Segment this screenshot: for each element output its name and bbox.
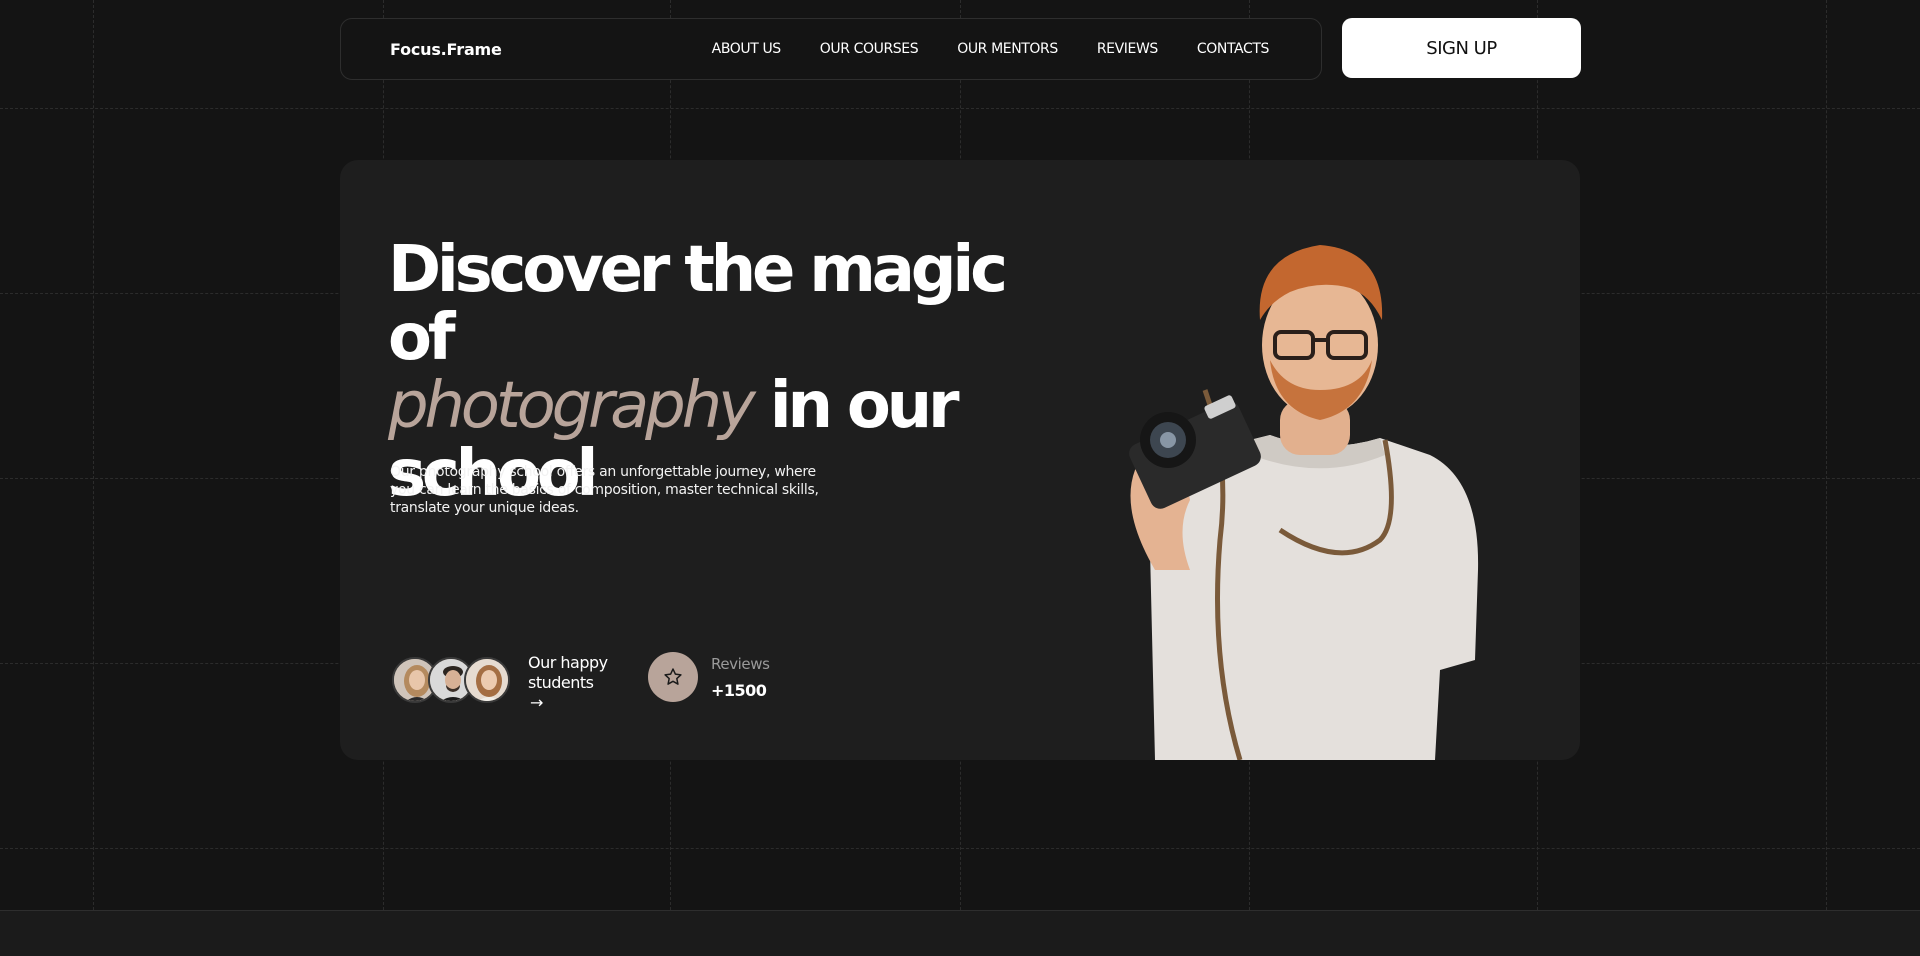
reviews-stat: Reviews +1500	[648, 652, 770, 702]
reviews-count: +1500	[711, 680, 767, 700]
reviews-label: Reviews	[711, 654, 770, 673]
star-icon	[648, 652, 698, 702]
nav-contacts[interactable]: CONTACTS	[1197, 41, 1269, 57]
grid-line	[93, 0, 94, 910]
grid-line	[1826, 0, 1827, 910]
photographer-image	[1129, 245, 1479, 760]
nav-reviews[interactable]: REVIEWS	[1097, 41, 1158, 57]
nav-our-courses[interactable]: OUR COURSES	[820, 41, 919, 57]
avatar	[464, 657, 510, 703]
sign-up-button[interactable]: SIGN UP	[1342, 18, 1581, 78]
bottom-bar	[0, 910, 1920, 956]
happy-students[interactable]: Our happy students →	[392, 653, 608, 713]
page: Focus.Frame ABOUT US OUR COURSES OUR MEN…	[0, 0, 1920, 956]
logo[interactable]: Focus.Frame	[390, 40, 502, 59]
headline-accent: photography	[388, 369, 756, 443]
grid-line	[0, 108, 1920, 109]
top-navigation: Focus.Frame ABOUT US OUR COURSES OUR MEN…	[340, 18, 1322, 80]
students-label-line-1: Our happy	[528, 653, 608, 672]
student-avatars	[392, 657, 510, 703]
arrow-right-icon[interactable]: →	[530, 693, 608, 713]
grid-line	[0, 848, 1920, 849]
reviews-text: Reviews +1500	[711, 655, 770, 700]
nav-our-mentors[interactable]: OUR MENTORS	[957, 41, 1058, 57]
nav-menu: ABOUT US OUR COURSES OUR MENTORS REVIEWS…	[712, 41, 1270, 57]
students-label-line-2: students	[528, 673, 594, 692]
headline-line-2: in our	[751, 369, 960, 443]
nav-about-us[interactable]: ABOUT US	[712, 41, 782, 57]
hero-card: Discover the magic of photography in our…	[340, 160, 1580, 760]
students-label: Our happy students →	[528, 653, 608, 713]
headline-line-1: Discover the magic of	[388, 233, 1008, 375]
hero-description: Our photography school offers an unforge…	[390, 464, 819, 516]
